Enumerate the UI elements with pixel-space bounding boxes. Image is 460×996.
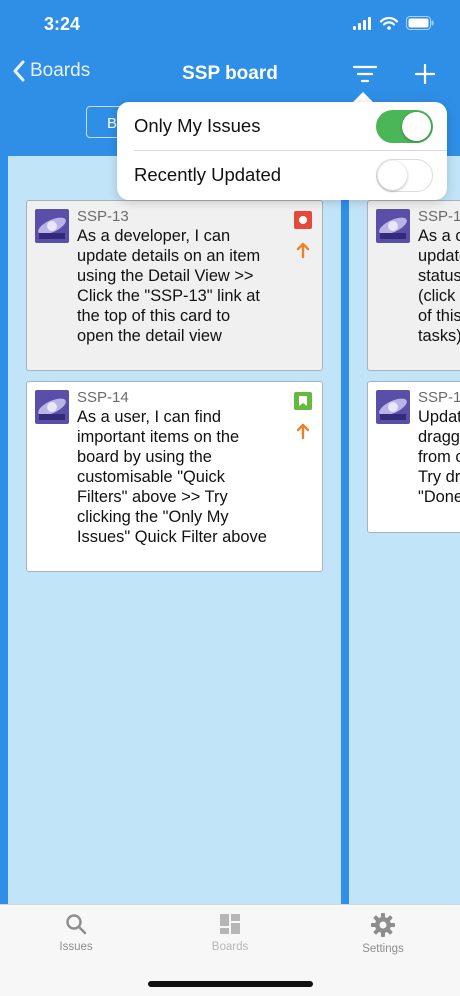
board-column: SSP-16 As a c update status (click of th… (349, 156, 460, 904)
tab-label: Settings (362, 943, 404, 955)
avatar-image (376, 209, 410, 243)
tab-settings[interactable]: Settings (328, 913, 438, 965)
boards-icon (220, 914, 240, 934)
arrow-up-icon (295, 422, 311, 440)
toggle-knob (402, 112, 431, 141)
page-title: SSP board (182, 63, 278, 84)
bug-icon (294, 211, 312, 229)
avatar (376, 390, 410, 424)
nav-bar: Boards SSP board (0, 50, 460, 100)
avatar (35, 390, 69, 424)
search-icon (66, 914, 87, 935)
add-button[interactable] (412, 60, 438, 88)
avatar-image (376, 390, 410, 424)
tab-label: Boards (211, 941, 249, 953)
tab-boards[interactable]: Boards (175, 913, 285, 965)
issue-key[interactable]: SSP-13 (77, 208, 129, 225)
issue-card[interactable]: SSP-11 Updat dragg from c Try dr "Done (367, 381, 460, 533)
only-my-issues-toggle[interactable] (376, 110, 433, 143)
avatar-image (35, 209, 69, 243)
board-column: SSP-13 As a developer, I can update deta… (8, 156, 341, 904)
battery-icon (406, 16, 434, 30)
wifi-icon (380, 16, 398, 30)
status-icons (353, 16, 434, 30)
status-time: 3:24 (44, 14, 81, 34)
filter-label: Recently Updated (134, 164, 282, 185)
avatar-image (35, 390, 69, 424)
issue-summary: Updat dragg from c Try dr "Done (418, 408, 460, 506)
issue-summary: As a user, I can find important items on… (77, 408, 267, 546)
filter-button[interactable] (351, 62, 379, 88)
gear-icon (371, 913, 395, 937)
avatar (376, 209, 410, 243)
filter-label: Only My Issues (134, 115, 261, 136)
filter-row-recently-updated[interactable]: Recently Updated (117, 151, 447, 200)
filter-row-only-my-issues[interactable]: Only My Issues (117, 102, 447, 151)
quick-filter-dropdown: Only My Issues Recently Updated (117, 102, 447, 200)
filter-icon (352, 65, 378, 83)
issue-key[interactable]: SSP-11 (418, 389, 460, 406)
arrow-up-icon (295, 241, 311, 259)
toggle-knob (378, 161, 407, 190)
issue-key[interactable]: SSP-16 (418, 208, 460, 225)
plus-icon (414, 63, 436, 85)
home-indicator (148, 981, 313, 987)
issue-key[interactable]: SSP-14 (77, 389, 129, 406)
story-icon (294, 392, 312, 410)
tab-issues[interactable]: Issues (21, 913, 131, 965)
issue-card[interactable]: SSP-16 As a c update status (click of th… (367, 200, 460, 371)
issue-card[interactable]: SSP-13 As a developer, I can update deta… (26, 200, 323, 371)
quick-filter-chip-label: B (107, 115, 118, 132)
board: SSP-13 As a developer, I can update deta… (8, 156, 460, 904)
issue-summary: As a c update status (click of this task… (418, 227, 460, 345)
issue-card[interactable]: SSP-14 As a user, I can find important i… (26, 381, 323, 572)
signal-icon (353, 16, 371, 30)
tab-label: Issues (59, 941, 93, 953)
status-bar: 3:24 (0, 0, 460, 50)
recently-updated-toggle[interactable] (376, 159, 433, 192)
avatar (35, 209, 69, 243)
issue-summary: As a developer, I can update details on … (77, 227, 261, 345)
